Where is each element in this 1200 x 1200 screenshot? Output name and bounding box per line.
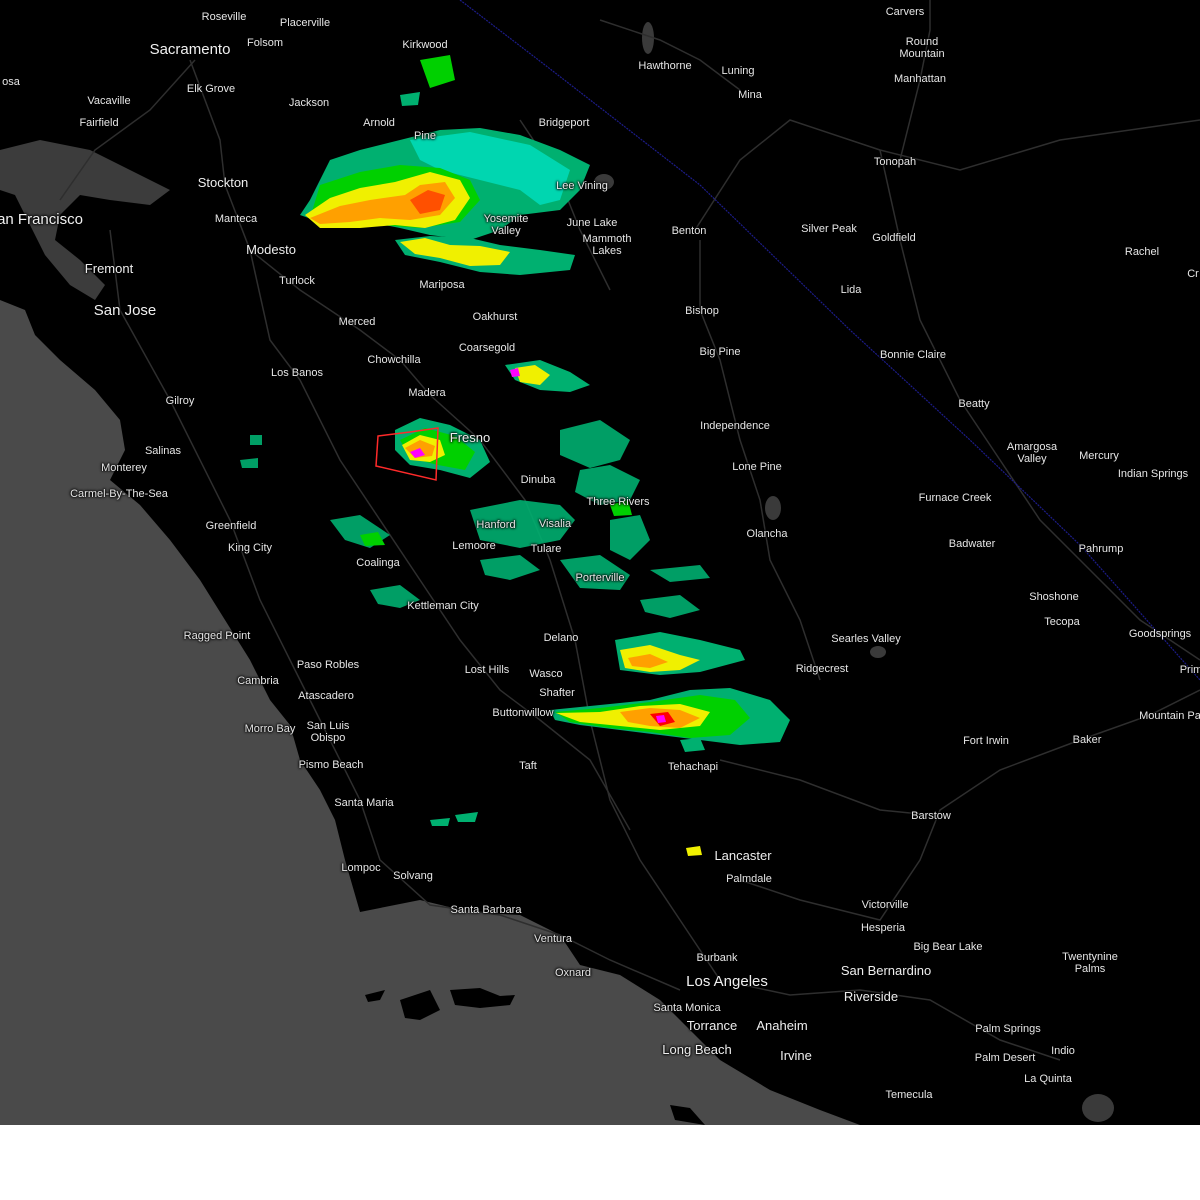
radar-map[interactable]: Roseville Placerville Sacramento Folsom …: [0, 0, 1200, 1125]
state-border: [459, 0, 1200, 681]
radar-echoes: [240, 55, 790, 856]
blank-footer: [0, 1125, 1200, 1200]
map-canvas: [0, 0, 1200, 1125]
